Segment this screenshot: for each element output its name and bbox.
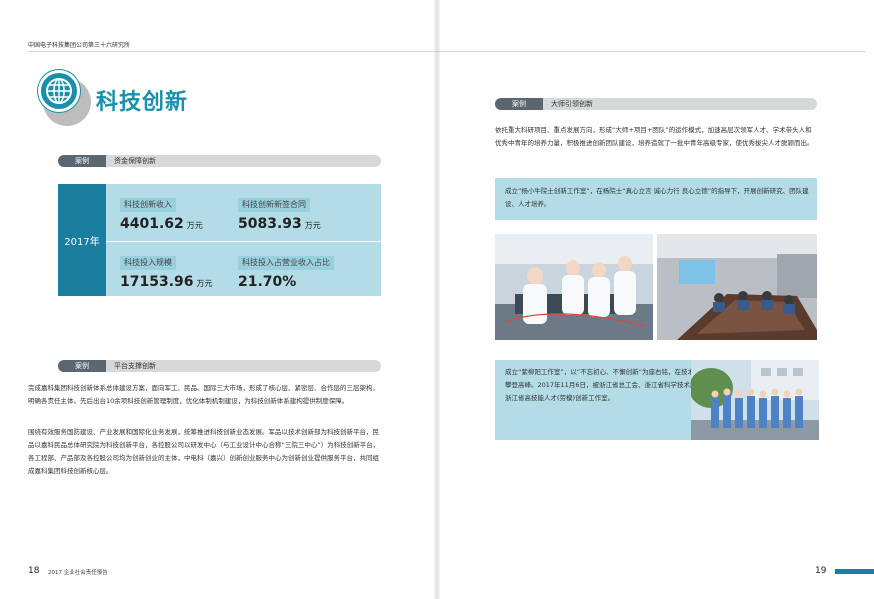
case-bar-master: 案例 大师引领创新: [495, 98, 817, 110]
stat-item: 科技投入占营业收入占比 21.70%: [238, 250, 334, 290]
stat-value: 21.70%: [238, 274, 297, 290]
stat-value: 4401.62: [120, 216, 184, 232]
case-bar-funding: 案例 资金保障创新: [58, 155, 381, 167]
intro-paragraph: 依托重大科研项目、重点发展方向，形成“大师+项目+团队”的运作模式，加速高层次领…: [495, 126, 814, 147]
stats-year: 2017年: [58, 184, 106, 296]
team-photo: [691, 360, 819, 440]
stats-panel: 2017年 科技创新收入 4401.62 万元 科技创新新签合同 5083.93 万…: [58, 184, 381, 296]
page-title: 科技创新: [96, 90, 189, 115]
stat-label: 科技创新收入: [120, 198, 176, 212]
case-tag: 案例: [58, 155, 106, 167]
stat-label: 科技投入规模: [120, 256, 176, 270]
case-tag: 案例: [58, 360, 106, 372]
stat-unit: 万元: [304, 221, 321, 230]
stat-unit: 万元: [196, 279, 213, 288]
lab-photo: [495, 234, 653, 340]
page-number: 19: [815, 566, 827, 576]
stat-value: 5083.93: [238, 216, 302, 232]
report-name: 2017 企业社会责任报告: [48, 570, 108, 576]
header-rule: [28, 51, 865, 52]
stat-value: 17153.96: [120, 274, 194, 290]
stat-unit: 万元: [186, 221, 203, 230]
right-page: 案例 大师引领创新 依托重大科研项目、重点发展方向，形成“大师+项目+团队”的运…: [437, 0, 874, 599]
stat-item: 科技投入规模 17153.96 万元: [120, 250, 213, 290]
case-title: 平台支撑创新: [114, 362, 156, 370]
page-tab-accent: [835, 569, 874, 574]
case-title: 大师引领创新: [551, 100, 593, 108]
stat-label: 科技投入占营业收入占比: [238, 256, 334, 270]
stat-item: 科技创新新签合同 5083.93 万元: [238, 192, 321, 232]
case-title: 资金保障创新: [114, 157, 156, 165]
page-number: 18: [28, 566, 40, 576]
left-page: 中国电子科技集团公司第三十六研究所 科技创新 案例 资金保障创新 2017年 科…: [0, 0, 437, 599]
case-bar-platform: 案例 平台支撑创新: [58, 360, 381, 372]
paragraph: 完成嘉科集团科技创新体系总体建设方案，面向军工、民品、国际三大市场，形成了核心层…: [28, 384, 379, 405]
globe-icon: [38, 70, 80, 112]
info-box-academician: 成立“杨小牛院士创新工作室”，在杨院士“真心立言 诚心力行 良心立德”的指导下，…: [495, 178, 817, 220]
case-tag: 案例: [495, 98, 543, 110]
paragraph: 围绕有效服务国防建设、产业发展和国际化业务发展，统筹推进科技创新业态发展。军品以…: [28, 428, 380, 475]
running-head: 中国电子科技集团公司第三十六研究所: [28, 42, 131, 49]
stat-item: 科技创新收入 4401.62 万元: [120, 192, 203, 232]
book-gutter: [434, 0, 440, 599]
info-box-text: 成立“杨小牛院士创新工作室”，在杨院士“真心立言 诚心力行 良心立德”的指导下，…: [505, 187, 809, 208]
stat-label: 科技创新新签合同: [238, 198, 310, 212]
meeting-photo: [657, 234, 817, 340]
section-logo: [38, 70, 91, 126]
